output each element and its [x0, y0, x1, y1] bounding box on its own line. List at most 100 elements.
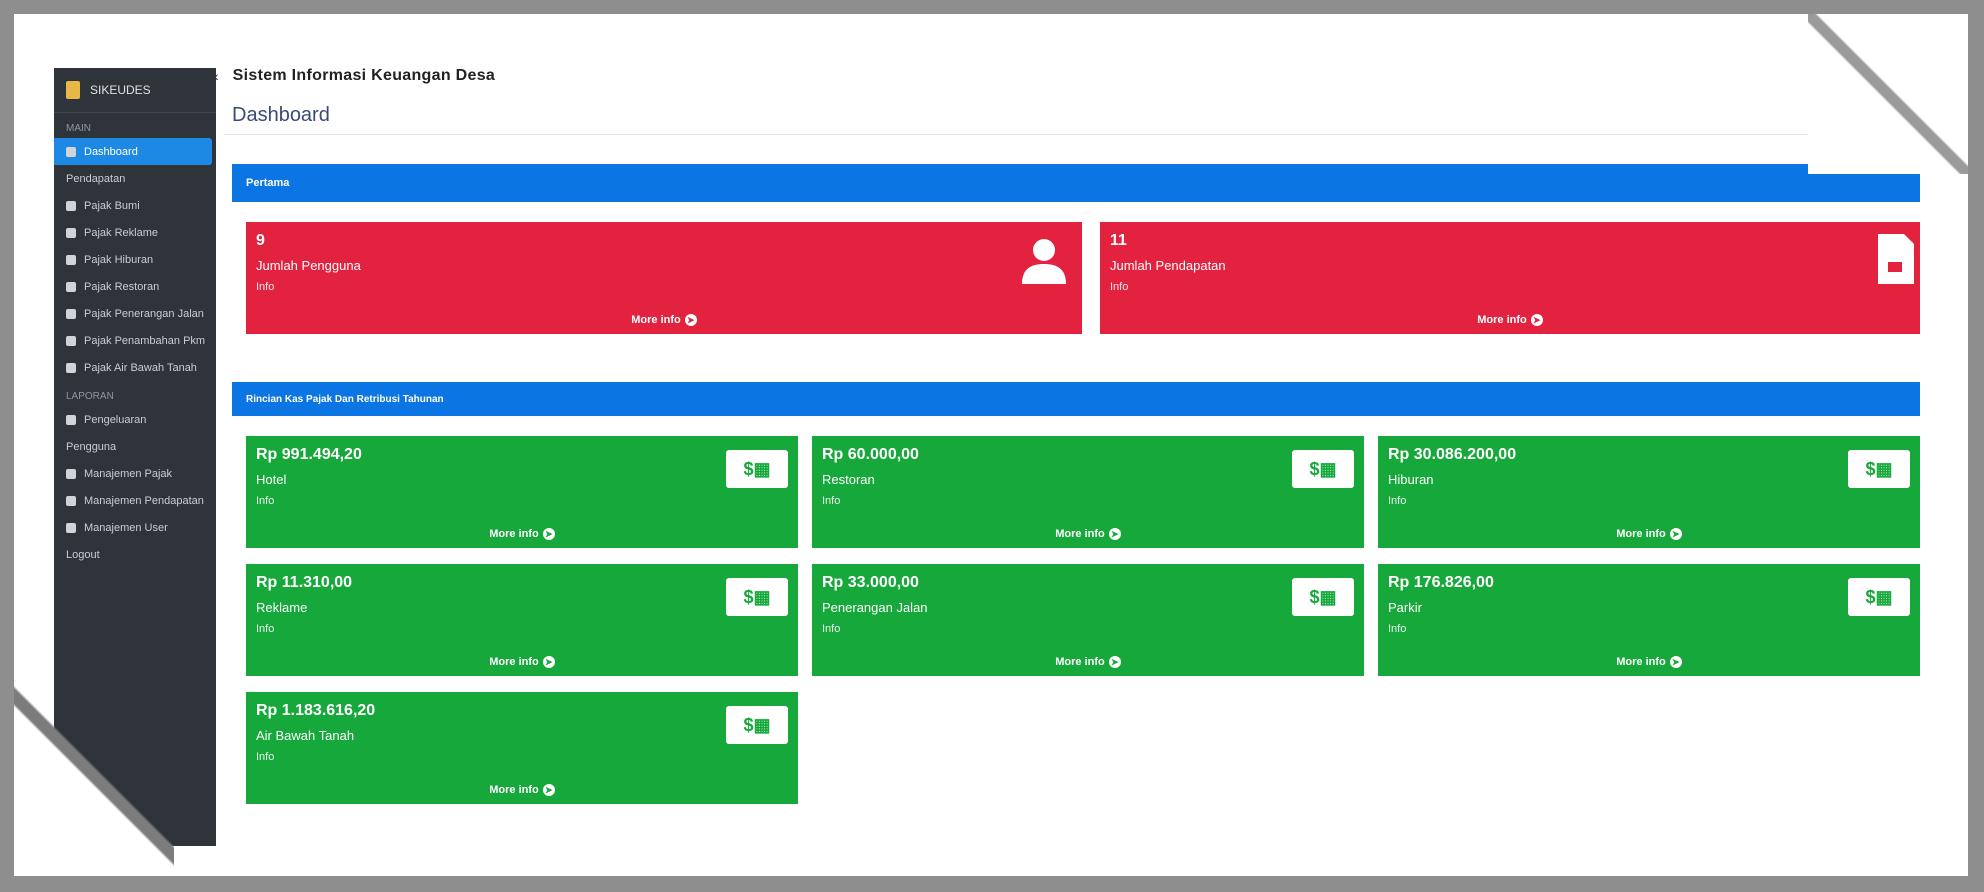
sidebar-item-pengguna[interactable]: Pengguna	[54, 433, 216, 460]
sidebar-item-label: Manajemen Pendapatan	[84, 494, 204, 507]
more-info-link[interactable]: More info ➤	[246, 314, 1082, 326]
list-icon	[66, 362, 76, 373]
stat-label: Penerangan Jalan	[822, 600, 928, 615]
brand-name: SIKEUDES	[90, 83, 151, 97]
stat-label: Jumlah Pendapatan	[1110, 258, 1226, 273]
sidebar-item-label: Manajemen User	[84, 521, 168, 534]
document-icon	[1878, 234, 1914, 284]
sidebar-item-pajak-penerangan[interactable]: Pajak Penerangan Jalan	[54, 300, 216, 327]
stat-value: 9	[256, 232, 265, 249]
stat-value: Rp 33.000,00	[822, 574, 919, 591]
sidebar-item-pajak-reklame[interactable]: Pajak Reklame	[54, 219, 216, 246]
stat-sub: Info	[1388, 495, 1407, 507]
more-info-label: More info	[1616, 527, 1666, 540]
stat-card-restoran: Rp 60.000,00 Restoran Info $▦ More info ➤	[812, 436, 1364, 548]
sidebar-item-pajak-bumi[interactable]: Pajak Bumi	[54, 192, 216, 219]
more-info-link[interactable]: More info ➤	[812, 528, 1364, 540]
divider	[224, 134, 1924, 135]
sidebar-item-manajemen-pajak[interactable]: Manajemen Pajak	[54, 460, 216, 487]
sidebar-item-pengeluaran[interactable]: Pengeluaran	[54, 406, 216, 433]
stat-label: Air Bawah Tanah	[256, 728, 355, 743]
more-info-label: More info	[1055, 655, 1105, 668]
sidebar-item-dashboard[interactable]: Dashboard	[54, 138, 212, 165]
sidebar-item-manajemen-pendapatan[interactable]: Manajemen Pendapatan	[54, 487, 216, 514]
stat-card-penerangan-jalan: Rp 33.000,00 Penerangan Jalan Info $▦ Mo…	[812, 564, 1364, 676]
more-info-label: More info	[489, 655, 539, 668]
page-title: Dashboard	[232, 104, 330, 126]
stat-value: Rp 991.494,20	[256, 446, 362, 463]
more-info-label: More info	[631, 313, 681, 326]
logo-icon	[66, 81, 80, 99]
sidebar-section-header: LAPORAN	[66, 391, 114, 402]
stat-label: Hotel	[256, 472, 287, 487]
stat-sub: Info	[1388, 623, 1407, 635]
sidebar-item-label: Pajak Penerangan Jalan	[84, 307, 204, 320]
sidebar-item-label: Pajak Penambahan Pkm	[84, 334, 206, 347]
page-corner	[1808, 14, 1968, 174]
more-info-label: More info	[1477, 313, 1527, 326]
arrow-circle-right-icon: ➤	[1669, 656, 1682, 668]
sidebar-item-pajak-hiburan[interactable]: Pajak Hiburan	[54, 246, 216, 273]
sidebar-item-label: Pajak Air Bawah Tanah	[84, 361, 197, 374]
stat-value: 11	[1110, 232, 1127, 249]
arrow-circle-right-icon: ➤	[542, 784, 555, 796]
arrow-circle-right-icon: ➤	[542, 528, 555, 540]
list-icon	[66, 308, 76, 319]
more-info-link[interactable]: More info ➤	[246, 656, 798, 668]
settings-icon	[66, 468, 76, 479]
sidebar-item-label: Pendapatan	[66, 172, 126, 185]
list-icon	[66, 200, 76, 211]
settings-icon	[66, 495, 76, 506]
sidebar-brand[interactable]: SIKEUDES	[54, 68, 216, 113]
list-icon	[66, 335, 76, 346]
stat-sub: Info	[256, 495, 275, 507]
stat-label: Hiburan	[1388, 472, 1434, 487]
stat-sub: Info	[822, 623, 841, 635]
stat-card-income: 11 Jumlah Pendapatan Info More info ➤	[1100, 222, 1920, 334]
stat-label: Reklame	[256, 600, 308, 615]
more-info-link[interactable]: More info ➤	[1378, 656, 1920, 668]
stat-sub: Info	[1110, 281, 1129, 293]
money-icon: $▦	[1292, 450, 1354, 488]
money-icon: $▦	[1848, 578, 1910, 616]
users-icon	[66, 522, 76, 533]
dashboard-icon	[66, 146, 76, 157]
more-info-link[interactable]: More info ➤	[246, 528, 798, 540]
sidebar-item-logout[interactable]: Logout	[54, 541, 216, 568]
arrow-circle-right-icon: ➤	[1108, 528, 1121, 540]
sidebar-item-pajak-air[interactable]: Pajak Air Bawah Tanah	[54, 354, 216, 381]
sidebar-item-pajak-restoran[interactable]: Pajak Restoran	[54, 273, 216, 300]
more-info-link[interactable]: More info ➤	[812, 656, 1364, 668]
more-info-label: More info	[1055, 527, 1105, 540]
list-icon	[66, 254, 76, 265]
stat-label: Parkir	[1388, 600, 1422, 615]
stat-card-hotel: Rp 991.494,20 Hotel Info $▦ More info ➤	[246, 436, 798, 548]
stat-card-parkir: Rp 176.826,00 Parkir Info $▦ More info ➤	[1378, 564, 1920, 676]
main-content: Dashboard Pertama 9 Jumlah Pengguna Info…	[224, 98, 1924, 858]
sidebar-item-pajak-penambahan[interactable]: Pajak Penambahan Pkm	[54, 327, 216, 354]
stat-sub: Info	[256, 623, 275, 635]
arrow-circle-right-icon: ➤	[1669, 528, 1682, 540]
stat-label: Restoran	[822, 472, 875, 487]
list-icon	[66, 227, 76, 238]
sidebar-item-label: Dashboard	[84, 145, 138, 158]
sidebar-item-manajemen-user[interactable]: Manajemen User	[54, 514, 216, 541]
more-info-link[interactable]: More info ➤	[246, 784, 798, 796]
arrow-circle-right-icon: ➤	[684, 314, 697, 326]
sidebar-item-pendapatan[interactable]: Pendapatan	[54, 165, 216, 192]
stat-sub: Info	[256, 751, 275, 763]
sidebar-item-label: Pengeluaran	[84, 413, 147, 426]
more-info-link[interactable]: More info ➤	[1378, 528, 1920, 540]
money-icon: $▦	[1848, 450, 1910, 488]
more-info-link[interactable]: More info ➤	[1100, 314, 1920, 326]
app-header-title: Sistem Informasi Keuangan Desa	[232, 67, 496, 84]
sidebar-item-label: Logout	[66, 548, 100, 561]
wallet-icon	[66, 414, 76, 425]
stat-label: Jumlah Pengguna	[256, 258, 361, 273]
arrow-circle-right-icon: ➤	[1108, 656, 1121, 668]
panel-header-second: Rincian Kas Pajak Dan Retribusi Tahunan	[232, 382, 1920, 416]
stat-sub: Info	[256, 281, 275, 293]
top-navbar: ‹ Sistem Informasi Keuangan Desa	[214, 62, 1814, 90]
sidebar-item-label: Pajak Bumi	[84, 199, 140, 212]
user-icon	[1022, 239, 1066, 284]
